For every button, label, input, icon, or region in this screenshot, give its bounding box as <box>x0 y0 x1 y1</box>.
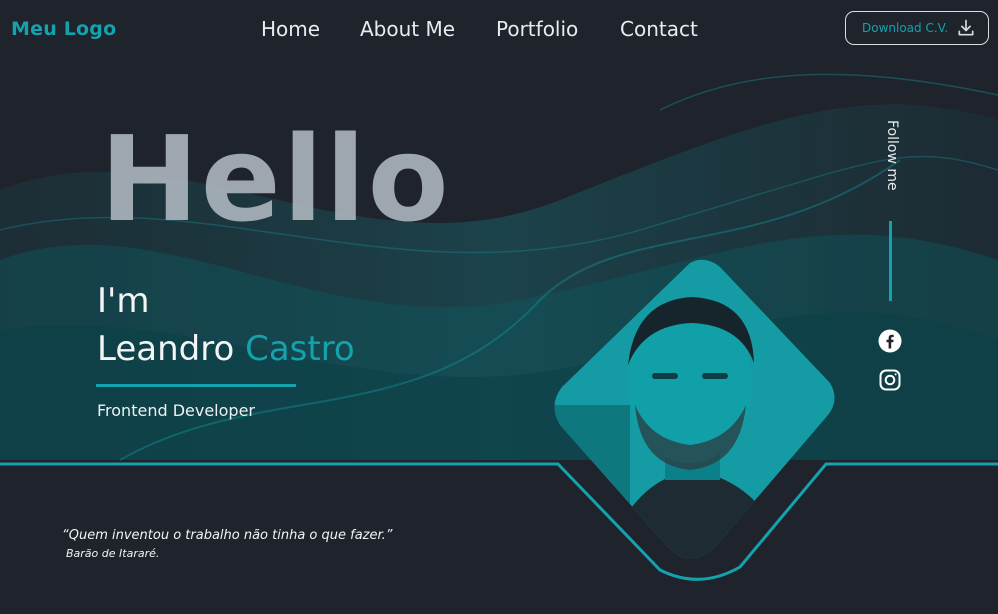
follow-me-label: Follow me <box>884 120 900 191</box>
quote-text: “Quem inventou o trabalho não tinha o qu… <box>62 528 393 543</box>
hero-intro: I'm <box>97 281 150 321</box>
hero-first-name: Leandro <box>97 329 235 369</box>
profile-photo <box>554 259 835 559</box>
download-icon <box>958 19 974 36</box>
hero-last-name: Castro <box>245 329 355 369</box>
nav-contact[interactable]: Contact <box>620 17 698 41</box>
download-cv-button[interactable]: Download C.V. <box>845 11 989 45</box>
hero-name: Leandro Castro <box>97 332 355 366</box>
instagram-icon[interactable] <box>878 368 902 392</box>
section-divider <box>0 462 998 581</box>
nav-portfolio[interactable]: Portfolio <box>496 17 578 41</box>
hero-role: Frontend Developer <box>97 401 255 420</box>
name-underline <box>96 384 296 387</box>
nav-home[interactable]: Home <box>261 17 320 41</box>
follow-line <box>889 221 892 301</box>
quote-author: Barão de Itararé. <box>66 547 160 560</box>
nav-about-me[interactable]: About Me <box>360 17 455 41</box>
facebook-icon[interactable] <box>878 329 902 353</box>
hero-greeting: Hello <box>100 110 451 248</box>
download-cv-label: Download C.V. <box>862 21 949 35</box>
